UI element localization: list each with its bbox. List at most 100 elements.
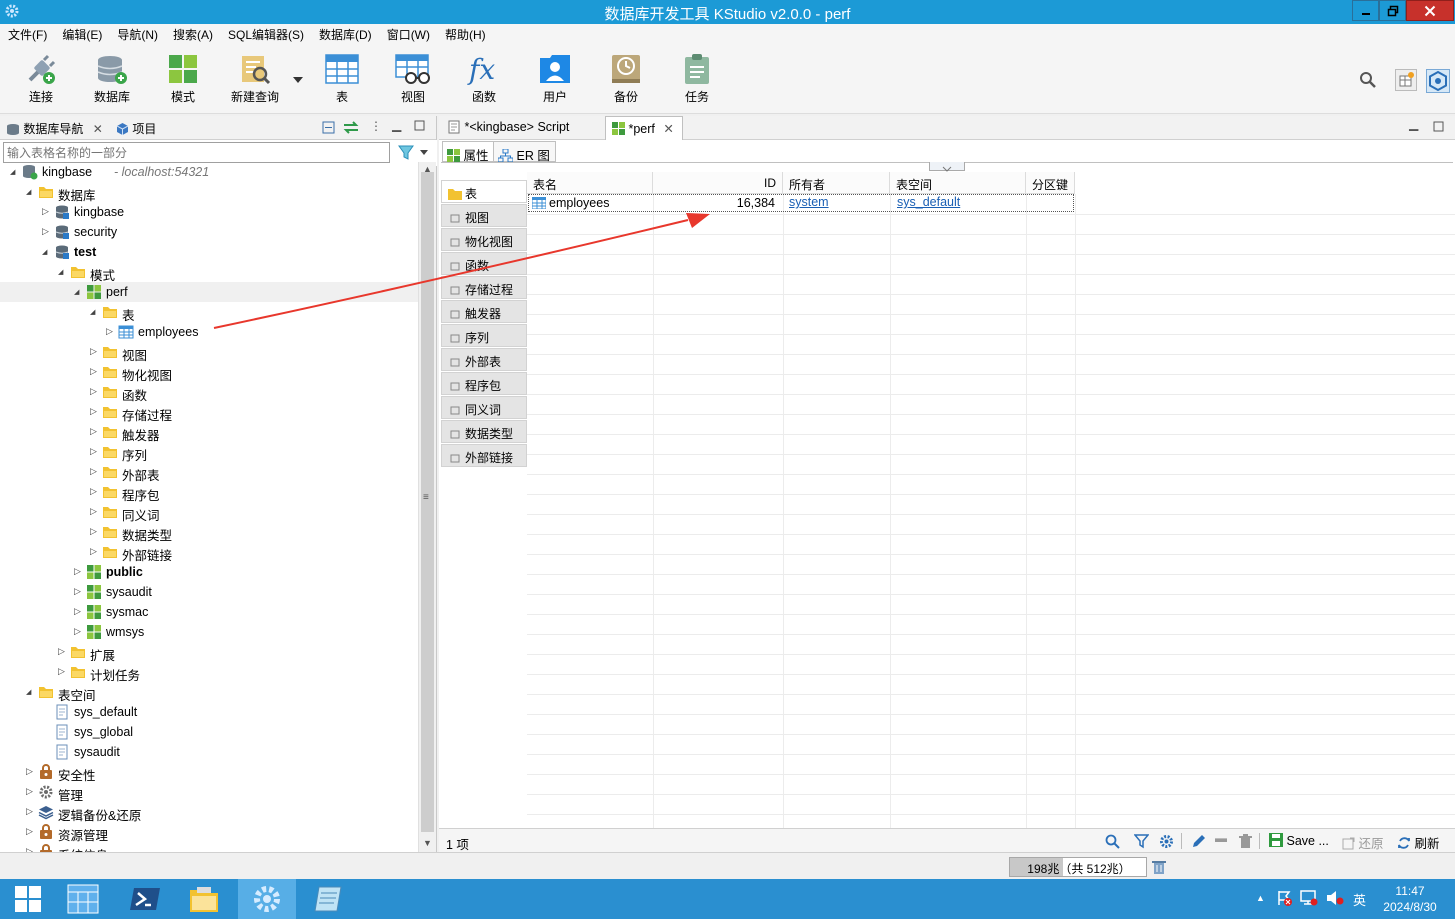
menu-navigate[interactable]: 导航(N)	[109, 24, 165, 43]
tree-node-[interactable]: ▷ 资源管理	[0, 822, 418, 843]
expand-header-button[interactable]	[929, 162, 965, 172]
menu-search[interactable]: 搜索(A)	[165, 24, 220, 43]
expanded-arrow-icon[interactable]: ◢	[26, 688, 36, 698]
object-type-tab[interactable]: 数据类型	[441, 420, 527, 443]
perspective-open-button[interactable]	[1395, 69, 1417, 91]
menu-sql-editor[interactable]: SQL编辑器(S)	[220, 24, 311, 43]
taskbar-clock[interactable]: 11:47 2024/8/30	[1375, 883, 1445, 915]
tree-node-sys_global[interactable]: sys_global	[0, 722, 418, 742]
tree-node-[interactable]: ▷ 安全性	[0, 762, 418, 783]
tray-input-language[interactable]: 英	[1353, 890, 1366, 909]
scroll-down-icon[interactable]: ▼	[423, 838, 432, 848]
table-filter-input[interactable]	[3, 142, 390, 163]
subtab-properties[interactable]: 属性	[442, 141, 495, 163]
table-row[interactable]: employees 16,384 system sys_default	[528, 194, 1074, 212]
taskbar-server-manager[interactable]	[55, 879, 113, 919]
object-type-tab[interactable]: 程序包	[441, 372, 527, 395]
collapsed-arrow-icon[interactable]: ▷	[90, 466, 100, 476]
collapsed-arrow-icon[interactable]: ▷	[26, 786, 36, 796]
toolbar-schema-button[interactable]: 模式	[153, 52, 213, 105]
collapsed-arrow-icon[interactable]: ▷	[58, 646, 68, 656]
expanded-arrow-icon[interactable]: ◢	[90, 308, 100, 318]
object-type-tab[interactable]: 同义词	[441, 396, 527, 419]
cell-owner-link[interactable]: system	[789, 195, 829, 209]
tray-volume-icon[interactable]	[1326, 890, 1344, 909]
collapsed-arrow-icon[interactable]: ▷	[90, 486, 100, 496]
minimize-panel-button[interactable]: ▁	[392, 118, 401, 132]
restore-button[interactable]: 还原	[1342, 833, 1384, 852]
collapsed-arrow-icon[interactable]: ▷	[90, 446, 100, 456]
taskbar-file-explorer[interactable]	[177, 879, 235, 919]
tree-node-sysmac[interactable]: ▷ sysmac	[0, 602, 418, 622]
collapsed-arrow-icon[interactable]: ▷	[42, 226, 52, 236]
tree-node-kingbase[interactable]: ▷ kingbase	[0, 202, 418, 222]
collapsed-arrow-icon[interactable]: ▷	[90, 346, 100, 356]
tree-node-[interactable]: ▷ 外部链接	[0, 542, 418, 563]
collapsed-arrow-icon[interactable]: ▷	[90, 426, 100, 436]
tree-node-[interactable]: ▷ 存储过程	[0, 402, 418, 423]
toolbar-view-button[interactable]: 视图	[383, 52, 443, 105]
column-header-partition-key[interactable]: 分区键	[1026, 172, 1075, 194]
tree-node-[interactable]: ◢ 数据库	[0, 182, 418, 203]
close-tab-icon[interactable]: ✕	[93, 122, 103, 136]
toolbar-backup-button[interactable]: 备份	[596, 52, 656, 105]
tree-node-test[interactable]: ◢ test	[0, 242, 418, 262]
column-header-id[interactable]: ID	[653, 172, 783, 194]
minimize-editor-button[interactable]: ▁	[1409, 117, 1418, 131]
expanded-arrow-icon[interactable]: ◢	[10, 168, 20, 178]
global-search-button[interactable]	[1359, 71, 1377, 92]
menu-help[interactable]: 帮助(H)	[437, 24, 493, 43]
collapsed-arrow-icon[interactable]: ▷	[26, 766, 36, 776]
expanded-arrow-icon[interactable]: ◢	[42, 248, 52, 258]
grid-search-button[interactable]	[1105, 834, 1120, 852]
tree-node-[interactable]: ▷ 触发器	[0, 422, 418, 443]
delete-row-button[interactable]	[1239, 834, 1252, 852]
object-type-tab[interactable]: 外部链接	[441, 444, 527, 467]
toolbar-database-button[interactable]: 数据库	[82, 52, 142, 105]
tree-node-[interactable]: ▷系统信息	[0, 842, 418, 852]
maximize-editor-button[interactable]	[1433, 121, 1444, 135]
grid-filter-button[interactable]	[1133, 834, 1150, 852]
tree-node-[interactable]: ▷ 视图	[0, 342, 418, 363]
collapse-all-button[interactable]	[322, 121, 335, 137]
taskbar-powershell[interactable]	[116, 879, 174, 919]
object-type-tab[interactable]: 外部表	[441, 348, 527, 371]
tree-node-perf[interactable]: ◢ perf	[0, 282, 418, 302]
collapsed-arrow-icon[interactable]: ▷	[74, 566, 84, 576]
restore-button[interactable]	[1379, 0, 1406, 21]
tree-node-[interactable]: ▷ 数据类型	[0, 522, 418, 543]
tree-node-[interactable]: ▷ 同义词	[0, 502, 418, 523]
tree-node-kingbase[interactable]: ◢ kingbase - localhost:54321	[0, 162, 418, 182]
view-menu-button[interactable]: ⋮	[370, 119, 382, 133]
maximize-panel-button[interactable]	[414, 120, 425, 134]
collapsed-arrow-icon[interactable]: ▷	[26, 806, 36, 816]
menu-file[interactable]: 文件(F)	[0, 24, 54, 43]
navigator-vertical-scrollbar[interactable]: ▲ ≡ ▼	[418, 162, 436, 852]
object-type-tab[interactable]: 视图	[441, 204, 527, 227]
toolbar-new-query-button[interactable]: 新建查询	[225, 52, 285, 105]
collapsed-arrow-icon[interactable]: ▷	[90, 366, 100, 376]
tab-projects[interactable]: 项目	[116, 120, 156, 137]
collapsed-arrow-icon[interactable]: ▷	[74, 626, 84, 636]
refresh-button[interactable]: 刷新	[1397, 833, 1440, 852]
tree-node-[interactable]: ▷ 管理	[0, 782, 418, 803]
taskbar-notepad[interactable]	[299, 879, 357, 919]
taskbar-kstudio[interactable]	[238, 879, 296, 919]
collapsed-arrow-icon[interactable]: ▷	[90, 546, 100, 556]
collapsed-arrow-icon[interactable]: ▷	[90, 386, 100, 396]
edit-row-button[interactable]	[1191, 834, 1206, 852]
menu-window[interactable]: 窗口(W)	[379, 24, 437, 43]
collapsed-arrow-icon[interactable]: ▷	[106, 326, 116, 336]
tree-node-[interactable]: ▷ 物化视图	[0, 362, 418, 383]
collapsed-arrow-icon[interactable]: ▷	[58, 666, 68, 676]
tree-node-[interactable]: ◢ 模式	[0, 262, 418, 283]
collapsed-arrow-icon[interactable]: ▷	[74, 586, 84, 596]
tree-node-[interactable]: ▷ 计划任务	[0, 662, 418, 683]
tray-network-icon[interactable]	[1300, 890, 1318, 909]
toolbar-function-button[interactable]: fx 函数	[454, 52, 514, 105]
perspective-kstudio-button[interactable]	[1426, 69, 1450, 93]
close-tab-icon[interactable]: ✕	[663, 122, 673, 136]
expanded-arrow-icon[interactable]: ◢	[58, 268, 68, 278]
object-type-tab[interactable]: 物化视图	[441, 228, 527, 251]
tree-node-wmsys[interactable]: ▷ wmsys	[0, 622, 418, 642]
